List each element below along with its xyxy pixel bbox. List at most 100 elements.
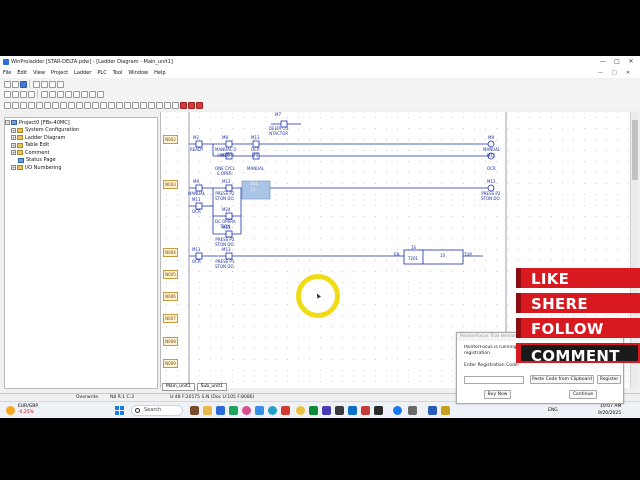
compare-icon[interactable] (116, 101, 123, 109)
stop-icon[interactable] (28, 90, 35, 98)
registration-code-input[interactable] (464, 376, 524, 384)
paste-code-button[interactable]: Paste Code from Clipboard (530, 375, 594, 384)
menu-edit[interactable]: Edit (14, 70, 30, 76)
cross-ref-icon[interactable] (89, 90, 96, 98)
tab-main-unit[interactable]: Main_unit1 (162, 383, 195, 391)
maximize-button[interactable]: □ (610, 56, 624, 68)
copy-icon[interactable] (49, 80, 56, 88)
open-contact-icon[interactable] (36, 101, 43, 109)
app-icon-2[interactable] (229, 406, 238, 415)
rung-append-icon[interactable] (140, 101, 147, 109)
clock-date[interactable]: 9/20/2025 (598, 411, 621, 416)
timer-name[interactable]: T201 (408, 256, 418, 262)
column-insert-icon[interactable] (148, 101, 155, 109)
tree-item-status-page[interactable]: Status Page (5, 157, 157, 165)
app-icon-11[interactable] (374, 406, 383, 415)
tab-sub-unit[interactable]: Sub_unit1 (196, 383, 227, 391)
open-file-icon[interactable] (12, 80, 19, 88)
app-icon-5[interactable] (281, 406, 290, 415)
timer-icon[interactable] (100, 101, 107, 109)
facebook-icon[interactable] (393, 406, 402, 415)
app-icon-4[interactable] (255, 406, 264, 415)
app-icon-10[interactable] (361, 406, 370, 415)
cut-icon[interactable] (41, 80, 48, 88)
app-icon-6[interactable] (309, 406, 318, 415)
zoom-in-icon[interactable] (49, 90, 56, 98)
app-icon-9[interactable] (348, 406, 357, 415)
mdi-close-button[interactable]: ✕ (626, 68, 630, 78)
app-icon-3[interactable] (242, 406, 251, 415)
app-icon-13[interactable] (428, 406, 437, 415)
menu-window[interactable]: Window (125, 70, 151, 76)
row-insert-icon[interactable] (156, 101, 163, 109)
app-icon-14[interactable] (441, 406, 450, 415)
menu-file[interactable]: File (0, 70, 14, 76)
vertical-line-icon[interactable] (84, 101, 91, 109)
online-icon[interactable] (4, 90, 11, 98)
language-indicator[interactable]: ENG (548, 408, 558, 413)
scroll-thumb[interactable] (632, 120, 638, 180)
chrome-icon[interactable] (296, 406, 305, 415)
continue-button[interactable]: Continue (569, 390, 597, 399)
app-icon-7[interactable] (322, 406, 331, 415)
no-contact-icon[interactable] (4, 101, 11, 109)
counter-icon[interactable] (108, 101, 115, 109)
file-explorer-icon[interactable] (203, 406, 212, 415)
reset-coil-icon[interactable] (68, 101, 75, 109)
label-icon[interactable] (172, 101, 179, 109)
horizontal-line-icon[interactable] (76, 101, 83, 109)
tree-item-comment[interactable]: + Comment (5, 149, 157, 157)
weather-icon[interactable] (6, 406, 15, 415)
selected-element-symbol[interactable]: (-) (251, 187, 256, 193)
comment-icon[interactable] (164, 101, 171, 109)
compile-icon[interactable] (81, 90, 88, 98)
app-icon-1[interactable] (216, 406, 225, 415)
tree-item-io-numbering[interactable]: + I/O Numbering (5, 164, 157, 172)
monitor-icon[interactable] (41, 90, 48, 98)
tree-item-table-edit[interactable]: + Table Edit (5, 142, 157, 150)
register-button[interactable]: Register (597, 375, 621, 384)
offline-icon[interactable] (12, 90, 19, 98)
menu-help[interactable]: Help (151, 70, 168, 76)
falling-contact-icon[interactable] (28, 101, 35, 109)
menu-plc[interactable]: PLC (94, 70, 109, 76)
mdi-minimize-button[interactable]: — (598, 68, 603, 78)
zoom-out-icon[interactable] (57, 90, 64, 98)
close-button[interactable]: ✕ (624, 56, 638, 68)
delete-rung-icon[interactable] (180, 101, 187, 109)
app-icon-12[interactable] (408, 406, 417, 415)
move-icon[interactable] (124, 101, 131, 109)
expand-icon[interactable]: + (11, 127, 16, 133)
paste-icon[interactable] (57, 80, 64, 88)
run-icon[interactable] (20, 90, 27, 98)
set-coil-icon[interactable] (60, 101, 67, 109)
expand-icon[interactable]: + (11, 135, 16, 141)
delete-element-icon[interactable] (188, 101, 195, 109)
expand-icon[interactable]: + (11, 150, 16, 156)
tree-item-ladder-diagram[interactable]: + Ladder Diagram (5, 134, 157, 142)
mdi-restore-button[interactable]: □ (612, 68, 617, 78)
tree-item-system-configuration[interactable]: + System Configuration (5, 127, 157, 135)
print-icon[interactable] (33, 80, 40, 88)
selected-element-address[interactable]: 101 (250, 181, 258, 187)
save-icon[interactable] (20, 80, 27, 88)
menu-project[interactable]: Project (48, 70, 71, 76)
coil-icon[interactable] (44, 101, 51, 109)
rising-contact-icon[interactable] (20, 101, 27, 109)
menu-view[interactable]: View (30, 70, 48, 76)
windows-start-icon[interactable] (115, 406, 124, 415)
settings-icon[interactable] (97, 90, 104, 98)
expand-icon[interactable]: + (11, 165, 16, 171)
find-icon[interactable] (65, 90, 72, 98)
buy-now-button[interactable]: Buy Now (484, 390, 511, 399)
taskbar-search[interactable]: Search (131, 405, 183, 416)
menu-ladder[interactable]: Ladder (71, 70, 94, 76)
function-block-icon[interactable] (92, 101, 99, 109)
edge-icon[interactable] (268, 406, 277, 415)
clock-time[interactable]: 10:07 AM (600, 404, 621, 409)
timer-preset[interactable]: 10 (440, 253, 445, 259)
minimize-button[interactable]: — (596, 56, 610, 68)
goto-icon[interactable] (73, 90, 80, 98)
expand-icon[interactable]: + (11, 142, 16, 148)
menu-tool[interactable]: Tool (110, 70, 126, 76)
